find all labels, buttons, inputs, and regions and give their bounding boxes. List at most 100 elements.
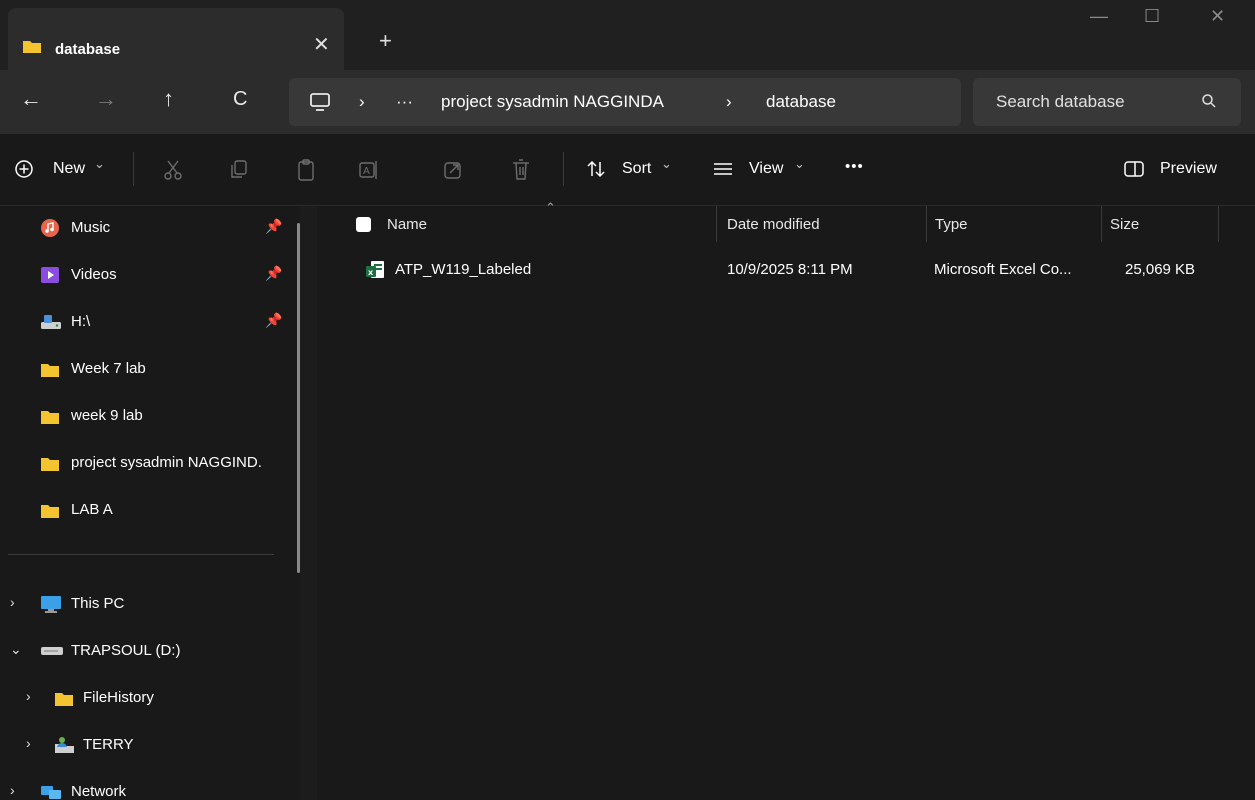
breadcrumb-project-folder[interactable]: project sysadmin NAGGINDA	[441, 92, 664, 112]
column-label: Date modified	[727, 216, 820, 233]
svg-text:A: A	[363, 166, 370, 177]
sort-icon	[587, 160, 605, 178]
see-more-button[interactable]: •••	[845, 158, 864, 175]
network-drive-icon	[41, 315, 61, 329]
pane-splitter[interactable]	[300, 206, 317, 800]
minimize-button[interactable]: —	[1090, 6, 1108, 27]
preview-label: Preview	[1160, 160, 1217, 177]
sidebar-item-label: This PC	[71, 595, 125, 612]
sidebar-item-label: Music	[71, 219, 111, 236]
table-row[interactable]: x ATP_W119_Labeled 10/9/2025 8:11 PM Mic…	[317, 252, 1255, 286]
sidebar-item-network[interactable]: › Network	[0, 772, 300, 800]
sidebar-item-label: Videos	[71, 266, 117, 283]
folder-icon	[41, 364, 59, 377]
column-header-name[interactable]: Name ⌃	[317, 200, 717, 242]
close-window-button[interactable]: ✕	[1210, 6, 1225, 27]
sidebar-item-label: FileHistory	[83, 689, 154, 706]
sidebar-item-project-sysadmin[interactable]: project sysadmin NAGGIND.	[0, 443, 300, 483]
sidebar-item-trapsoul-drive[interactable]: ⌄ TRAPSOUL (D:)	[0, 631, 300, 671]
column-divider[interactable]	[1218, 206, 1219, 242]
file-list: Name ⌃ Date modified Type Size x ATP_W11…	[317, 200, 1255, 800]
maximize-button[interactable]: ☐	[1144, 6, 1160, 27]
chevron-right-icon[interactable]: ›	[26, 735, 31, 751]
share-icon[interactable]	[443, 159, 463, 181]
file-date: 10/9/2025 8:11 PM	[727, 261, 853, 278]
sort-ascending-icon: ⌃	[545, 200, 556, 215]
navigation-bar: ← → ↑ C › ··· project sysadmin NAGGINDA …	[0, 70, 1255, 134]
divider	[133, 152, 134, 186]
music-icon	[41, 219, 59, 237]
pin-icon: 📌	[265, 218, 283, 234]
file-size: 25,069 KB	[1125, 261, 1196, 278]
breadcrumb-separator: ›	[726, 92, 732, 111]
chevron-down-icon: ⌄	[794, 156, 805, 171]
chevron-down-icon[interactable]: ⌄	[10, 641, 22, 658]
sidebar-divider	[8, 554, 274, 555]
title-bar: database ✕ + — ☐ ✕	[0, 0, 1255, 70]
sidebar-item-week-7-lab[interactable]: Week 7 lab	[0, 349, 300, 389]
sidebar-item-this-pc[interactable]: › This PC	[0, 584, 300, 624]
sidebar-item-lab-a[interactable]: LAB A	[0, 490, 300, 530]
navigation-pane: Music 📌 Videos 📌 H:\ 📌 Week 7 lab week 9…	[0, 206, 300, 800]
sidebar-item-music[interactable]: Music 📌	[0, 208, 300, 248]
sidebar-item-label: TERRY	[83, 736, 134, 753]
svg-text:x: x	[368, 268, 374, 277]
chevron-right-icon[interactable]: ›	[26, 688, 31, 704]
breadcrumb-database[interactable]: database	[766, 92, 836, 112]
sidebar-item-week-9-lab[interactable]: week 9 lab	[0, 396, 300, 436]
pin-icon: 📌	[265, 265, 283, 281]
excel-file-icon: x	[366, 261, 384, 278]
folder-icon	[55, 693, 73, 706]
sidebar-item-label: Week 7 lab	[71, 360, 146, 377]
chevron-right-icon[interactable]: ›	[10, 594, 15, 610]
back-button[interactable]: ←	[20, 88, 42, 110]
chevron-right-icon[interactable]: ›	[10, 782, 15, 798]
close-tab-button[interactable]: ✕	[313, 32, 330, 57]
search-icon	[1202, 94, 1216, 108]
view-label: View	[749, 160, 784, 177]
paste-icon[interactable]	[296, 158, 316, 182]
sidebar-item-h-drive[interactable]: H:\ 📌	[0, 302, 300, 342]
column-header-date-modified[interactable]: Date modified	[717, 206, 927, 242]
search-box[interactable]: Search database	[973, 78, 1241, 126]
new-label: New	[53, 160, 86, 177]
copy-icon[interactable]	[229, 159, 249, 181]
select-all-checkbox[interactable]	[355, 216, 372, 233]
up-button[interactable]: ↑	[163, 88, 174, 110]
folder-icon	[41, 458, 59, 471]
sidebar-item-label: week 9 lab	[71, 407, 143, 424]
chevron-down-icon: ⌄	[661, 156, 672, 171]
column-header-size[interactable]: Size	[1102, 206, 1219, 242]
cut-icon[interactable]	[163, 159, 183, 181]
new-tab-button[interactable]: +	[379, 28, 392, 54]
search-placeholder: Search database	[996, 92, 1125, 111]
pin-icon: 📌	[265, 312, 283, 328]
sidebar-item-videos[interactable]: Videos 📌	[0, 255, 300, 295]
preview-pane-icon	[1124, 161, 1144, 177]
sidebar-scrollbar[interactable]	[297, 223, 300, 573]
videos-icon	[41, 267, 59, 283]
folder-icon	[41, 505, 59, 518]
breadcrumb-overflow[interactable]: ···	[396, 92, 413, 112]
sidebar-item-label: project sysadmin NAGGIND.	[71, 454, 262, 471]
address-bar[interactable]: › ··· project sysadmin NAGGINDA › databa…	[289, 78, 961, 126]
sidebar-item-filehistory[interactable]: › FileHistory	[0, 678, 300, 718]
sidebar-item-label: TRAPSOUL (D:)	[71, 642, 181, 659]
refresh-button[interactable]: C	[233, 88, 247, 110]
sidebar-item-terry[interactable]: › TERRY	[0, 725, 300, 765]
column-label: Type	[935, 216, 968, 233]
sort-label: Sort	[622, 160, 652, 177]
rename-icon[interactable]: A	[358, 159, 380, 181]
delete-icon[interactable]	[511, 158, 531, 182]
sidebar-item-label: Network	[71, 783, 127, 800]
sidebar-item-label: LAB A	[71, 501, 113, 518]
drive-icon	[41, 647, 63, 655]
tab-database[interactable]: database ✕	[8, 8, 344, 70]
column-header-type[interactable]: Type	[927, 206, 1102, 242]
command-bar: New ⌄ A Sort ⌄ View ⌄ ••• Preview	[0, 134, 1255, 206]
divider	[563, 152, 564, 186]
forward-button[interactable]: →	[95, 88, 117, 110]
folder-icon	[41, 411, 59, 424]
column-label: Name	[387, 216, 428, 233]
sidebar-item-label: H:\	[71, 313, 91, 330]
